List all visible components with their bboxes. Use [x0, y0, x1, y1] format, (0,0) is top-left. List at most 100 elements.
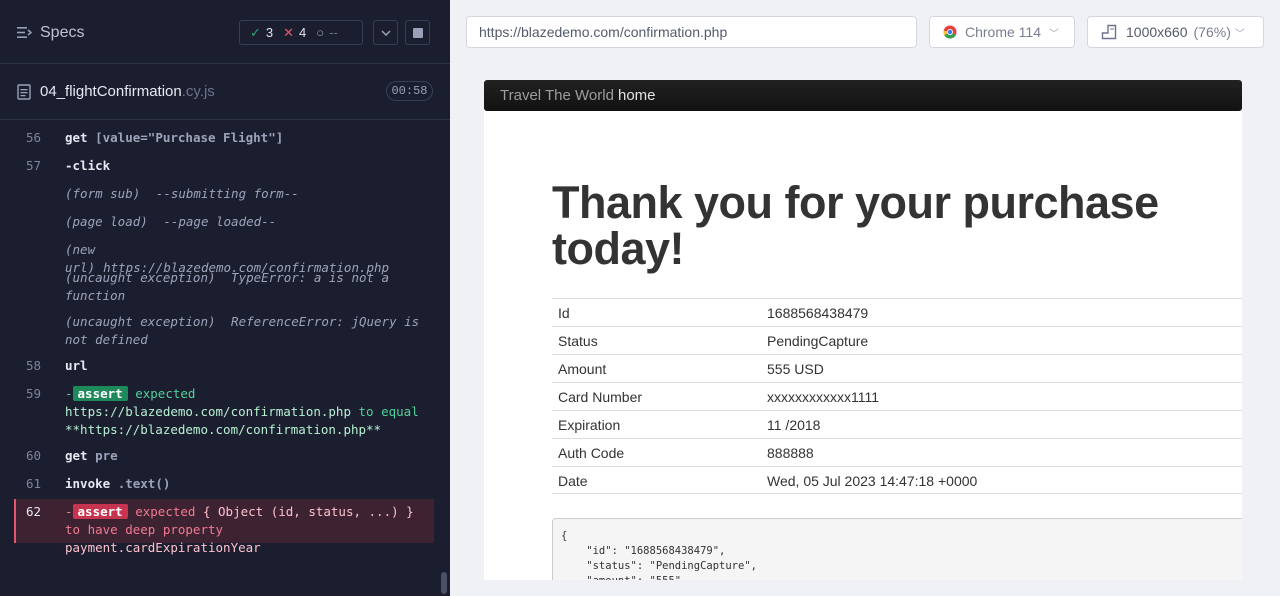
nav-brand-link[interactable]: Travel The World	[500, 87, 614, 104]
row-label: Auth Code	[558, 445, 625, 461]
event-row[interactable]: (page load) --page loaded--	[65, 213, 425, 231]
table-row: Id 1688568438479	[552, 298, 1242, 326]
viewport-ruler-icon	[1101, 24, 1117, 40]
chevron-down-icon: ﹀	[1234, 28, 1245, 40]
line-number: 60	[26, 448, 42, 463]
event-text: --page loaded--	[163, 214, 277, 229]
event-tag: (uncaught exception)	[65, 270, 216, 285]
spec-file-name[interactable]: 04_flightConfirmation.cy.js	[40, 83, 215, 100]
event-tag: (uncaught exception)	[65, 314, 216, 329]
assert-operator: to have deep property	[65, 522, 224, 537]
line-number: 56	[26, 130, 42, 145]
browser-selector[interactable]: Chrome 114 ﹀	[929, 16, 1075, 48]
check-icon: ✓	[250, 24, 261, 40]
table-row: Expiration 11 /2018	[552, 410, 1242, 438]
row-value: Wed, 05 Jul 2023 14:47:18 +0000	[767, 473, 978, 489]
assert-content[interactable]: - assert expected { Object (id, status, .…	[65, 503, 425, 557]
event-tag: (form sub)	[65, 186, 141, 201]
duration-badge: 00:58	[386, 81, 433, 101]
line-number: 58	[26, 358, 42, 373]
line-number: 62	[26, 504, 42, 519]
nav-home-link[interactable]: home	[618, 87, 656, 104]
spec-file-basename: 04_flightConfirmation	[40, 83, 182, 100]
specs-label[interactable]: Specs	[40, 24, 84, 42]
document-icon	[17, 84, 31, 100]
row-value: 555 USD	[767, 361, 824, 377]
row-label: Id	[558, 305, 570, 321]
event-row[interactable]: (uncaught exception) TypeError: a is not…	[65, 269, 425, 305]
collapse-button[interactable]	[373, 20, 398, 45]
event-row[interactable]: (form sub) --submitting form--	[65, 185, 425, 203]
command-arg: .text()	[117, 476, 171, 491]
command-arg: [value="Purchase Flight"]	[95, 130, 284, 145]
event-text: --submitting form--	[155, 186, 299, 201]
event-row[interactable]: (uncaught exception) ReferenceError: jQu…	[65, 313, 425, 349]
scrollbar-thumb[interactable]	[441, 572, 447, 594]
assert-dash: -	[65, 386, 73, 401]
command-name: -click	[65, 158, 111, 173]
stop-button[interactable]	[405, 20, 430, 45]
line-number: 59	[26, 386, 42, 401]
command-name-text: get	[65, 448, 88, 463]
table-row: Auth Code 888888	[552, 438, 1242, 466]
command-log-panel: Specs ✓ 3 ✕ 4 ○ -- 04_flightConfirmation…	[0, 0, 450, 596]
assert-actual: { Object (id, status, ...) }	[202, 504, 414, 519]
x-icon: ✕	[283, 24, 295, 40]
site-navbar: Travel The World home	[484, 80, 1242, 111]
pending-spinner-icon: ○	[316, 25, 325, 40]
confirmation-table: Id 1688568438479 Status PendingCapture Amo…	[552, 298, 1242, 494]
browser-name: Chrome 114	[965, 24, 1042, 40]
command-name: url	[65, 358, 88, 373]
json-pre-block: { "id": "1688568438479", "status": "Pend…	[552, 518, 1242, 580]
url-bar[interactable]: https://blazedemo.com/confirmation.php	[466, 16, 917, 48]
line-number: 61	[26, 476, 42, 491]
chevron-down-icon: ﹀	[1049, 28, 1060, 40]
passed-stat: ✓ 3	[250, 25, 273, 41]
assert-expected: expected	[135, 386, 196, 401]
assert-pass-badge: assert	[72, 386, 128, 401]
reporter-header: Specs ✓ 3 ✕ 4 ○ --	[0, 0, 450, 64]
pending-count: --	[329, 25, 338, 40]
command-name: get pre	[65, 447, 118, 465]
assert-actual: https://blazedemo.com/confirmation.php	[65, 404, 351, 419]
assert-expected: expected	[135, 504, 196, 519]
stop-icon	[412, 27, 423, 38]
row-value: 888888	[767, 445, 814, 461]
row-label: Date	[558, 473, 588, 489]
viewport-zoom: (76%)	[1193, 24, 1231, 40]
row-value: xxxxxxxxxxxx1111	[767, 389, 880, 405]
spec-file-extension: .cy.js	[181, 83, 215, 100]
table-row: Card Number xxxxxxxxxxxx1111	[552, 382, 1242, 410]
assert-operator: to equal	[358, 404, 419, 419]
row-value: 11 /2018	[767, 417, 821, 433]
failed-count: 4	[299, 25, 307, 40]
assert-content[interactable]: - assert expected https://blazedemo.com/c…	[65, 385, 425, 439]
command-name-text: get	[65, 130, 88, 145]
row-value: PendingCapture	[767, 333, 869, 349]
table-row: Date Wed, 05 Jul 2023 14:47:18 +0000	[552, 466, 1242, 494]
assert-value: payment.cardExpirationYear	[65, 540, 261, 555]
command-arg: pre	[95, 448, 118, 463]
failed-stat: ✕ 4	[283, 25, 306, 41]
command-name: invoke .text()	[65, 475, 170, 493]
table-row: Status PendingCapture	[552, 326, 1242, 354]
viewport-size: 1000x660	[1126, 24, 1188, 40]
passed-count: 3	[265, 25, 274, 40]
assert-dash: -	[65, 504, 73, 519]
chrome-icon	[943, 25, 957, 39]
row-label: Status	[558, 333, 598, 349]
row-label: Amount	[558, 361, 607, 377]
assert-value: **https://blazedemo.com/confirmation.php…	[65, 422, 382, 437]
specs-list-icon[interactable]	[17, 26, 32, 39]
line-number: 57	[26, 158, 42, 173]
confirmation-heading: Thank you for your purchase today!	[552, 177, 1159, 274]
viewport-selector[interactable]: 1000x660 (76%) ﹀	[1087, 16, 1264, 48]
event-tag: (page load)	[65, 214, 148, 229]
command-name: get [value="Purchase Flight"]	[65, 129, 283, 147]
pending-stat: ○ --	[316, 25, 338, 40]
row-label: Card Number	[558, 389, 643, 405]
command-name-text: invoke	[65, 476, 111, 491]
test-stats: ✓ 3 ✕ 4 ○ --	[239, 20, 363, 45]
application-under-test: Travel The World home Thank you for your…	[484, 80, 1242, 580]
table-row: Amount 555 USD	[552, 354, 1242, 382]
